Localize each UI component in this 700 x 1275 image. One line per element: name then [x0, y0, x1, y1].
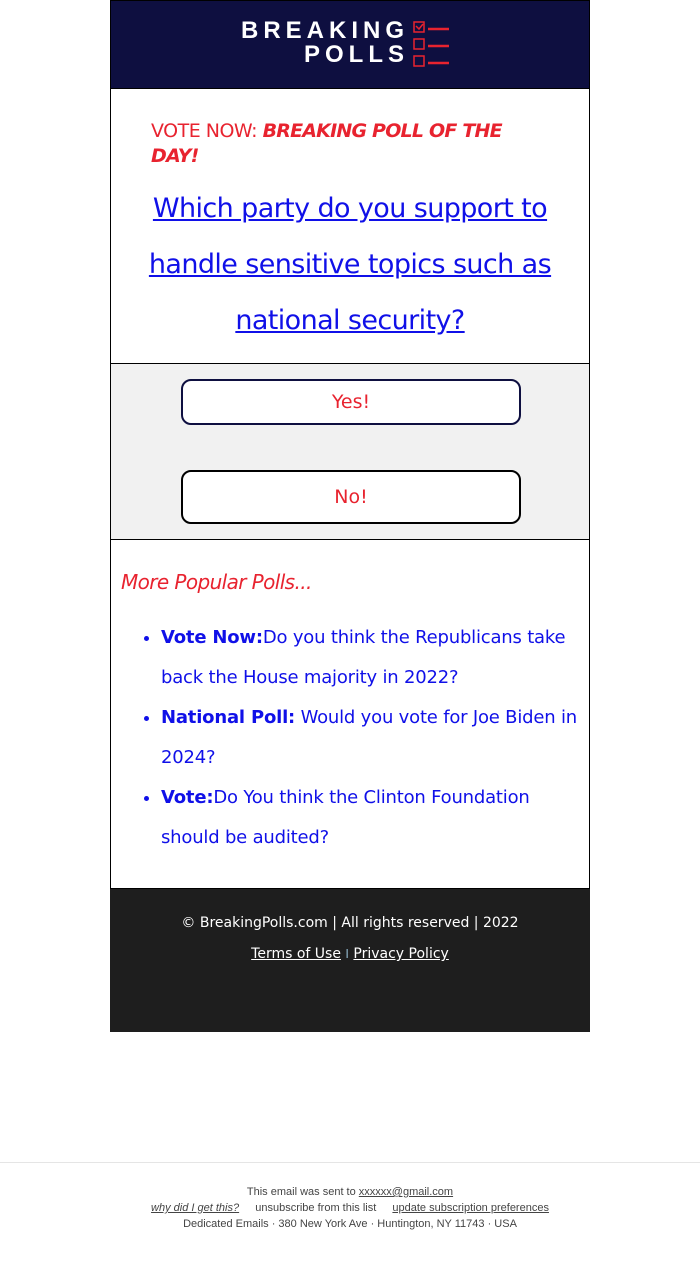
privacy-policy-link[interactable]: Privacy Policy: [353, 946, 448, 962]
update-preferences-link[interactable]: update subscription preferences: [392, 1202, 549, 1214]
more-polls-title: More Popular Polls...: [121, 570, 312, 594]
logo[interactable]: BREAKING POLLS: [241, 19, 453, 73]
email-container: BREAKING POLLS VOTE NOW: BREAKING POLL O…: [110, 0, 590, 1032]
site-footer: © BreakingPolls.com | All rights reserve…: [110, 889, 590, 1032]
header-banner: BREAKING POLLS: [110, 0, 590, 89]
subscription-links: why did I get this? unsubscribe from thi…: [0, 1200, 700, 1216]
logo-line-2: POLLS: [304, 41, 410, 68]
poll-list-item[interactable]: Vote:Do You think the Clinton Foundation…: [161, 778, 579, 858]
poll-question-link[interactable]: Which party do you support to handle sen…: [149, 193, 552, 336]
no-button[interactable]: No!: [181, 470, 521, 524]
why-did-i-get-this-link[interactable]: why did I get this?: [151, 1202, 239, 1214]
poll-list-item[interactable]: National Poll: Would you vote for Joe Bi…: [161, 698, 579, 778]
sent-to-prefix: This email was sent to: [246, 1186, 359, 1198]
more-polls-list: Vote Now:Do you think the Republicans ta…: [121, 618, 579, 858]
email-footer: This email was sent to xxxxxx@gmail.com …: [0, 1162, 700, 1232]
logo-text: BREAKING POLLS: [241, 19, 409, 67]
logo-line-1: BREAKING: [241, 17, 410, 44]
vote-buttons-section: Yes! No!: [110, 363, 590, 540]
poll-prefix: Vote:: [161, 787, 214, 808]
recipient-email-link[interactable]: xxxxxx@gmail.com: [359, 1186, 453, 1198]
poll-list-item[interactable]: Vote Now:Do you think the Republicans ta…: [161, 618, 579, 698]
poll-of-day-section: VOTE NOW: BREAKING POLL OF THE DAY! Whic…: [110, 89, 590, 363]
more-polls-section: More Popular Polls... Vote Now:Do you th…: [110, 540, 590, 889]
poll-prefix: Vote Now:: [161, 627, 263, 648]
headline-lead: VOTE NOW:: [151, 120, 263, 142]
unsubscribe-link[interactable]: unsubscribe from this list: [255, 1202, 376, 1214]
poll-prefix: National Poll:: [161, 707, 296, 728]
vote-now-headline: VOTE NOW: BREAKING POLL OF THE DAY!: [111, 89, 589, 169]
sent-to-line: This email was sent to xxxxxx@gmail.com: [0, 1184, 700, 1200]
poll-question: Which party do you support to handle sen…: [111, 169, 589, 363]
checklist-icon: [413, 21, 453, 73]
terms-of-use-link[interactable]: Terms of Use: [251, 946, 341, 962]
sender-address: Dedicated Emails · 380 New York Ave · Hu…: [183, 1218, 517, 1230]
footer-links: Terms of Use I Privacy Policy: [110, 944, 590, 964]
poll-text: Do You think the Clinton Foundation shou…: [161, 787, 530, 848]
link-separator: I: [345, 947, 349, 961]
yes-button[interactable]: Yes!: [181, 379, 521, 425]
copyright-text: © BreakingPolls.com | All rights reserve…: [181, 915, 519, 931]
